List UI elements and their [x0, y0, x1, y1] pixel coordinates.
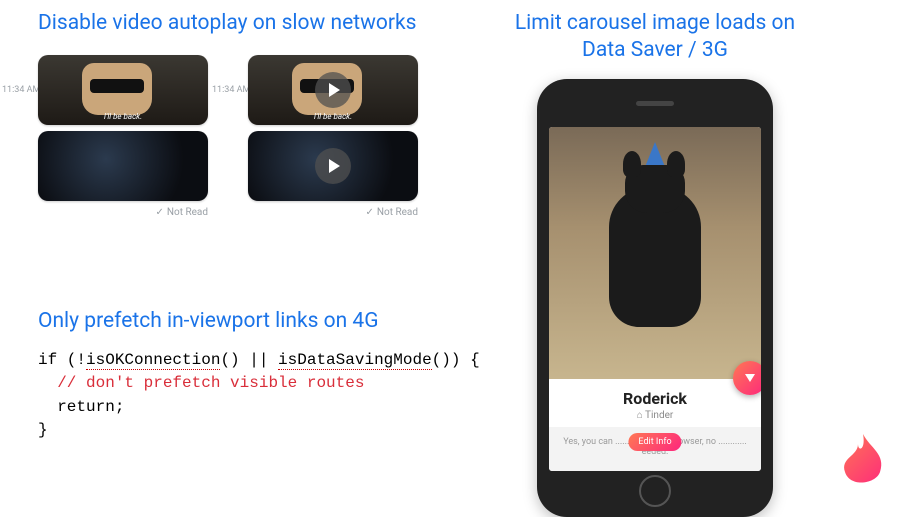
code-comment: // don't prefetch visible routes — [38, 374, 364, 392]
section-carousel: Limit carousel image loads on Data Saver… — [500, 10, 810, 517]
section-autoplay: Disable video autoplay on slow networks … — [38, 10, 468, 218]
play-icon[interactable] — [315, 72, 351, 108]
dog-ear — [623, 151, 641, 177]
chat-mockups: 11:34 AM I'll be back. ✓Not Read 11:34 A… — [38, 55, 468, 218]
profile-name: Roderick — [561, 389, 749, 408]
section-prefetch: Only prefetch in-viewport links on 4G if… — [38, 308, 478, 442]
message-video-3: I'll be back. — [248, 55, 418, 125]
flame-icon — [840, 434, 886, 488]
profile-sub: Tinder — [561, 410, 749, 421]
heading-carousel: Limit carousel image loads on Data Saver… — [500, 10, 810, 65]
profile-photo — [549, 127, 761, 379]
read-status-right: ✓Not Read — [248, 207, 418, 218]
phone-screen: Roderick Tinder Yes, you can .......... … — [549, 127, 761, 471]
code-return: return; — [38, 398, 124, 416]
profile-card: Roderick Tinder — [549, 379, 761, 427]
check-icon: ✓ — [155, 207, 163, 218]
download-fab[interactable] — [733, 361, 761, 395]
timestamp-left: 11:34 AM — [2, 85, 40, 95]
phone-mockup: Roderick Tinder Yes, you can .......... … — [537, 79, 773, 517]
message-video-4 — [248, 131, 418, 201]
code-fn-isok: isOKConnection — [86, 351, 220, 370]
read-status-left: ✓Not Read — [38, 207, 208, 218]
play-icon[interactable] — [315, 148, 351, 184]
code-snippet: if (!isOKConnection() || isDataSavingMod… — [38, 349, 478, 442]
promo-banner: Yes, you can .......... in your browser,… — [549, 427, 761, 471]
heading-prefetch: Only prefetch in-viewport links on 4G — [38, 308, 478, 335]
dog-illustration — [609, 187, 701, 327]
check-icon: ✓ — [365, 207, 373, 218]
video-caption: I'll be back. — [38, 112, 208, 121]
timestamp-right: 11:34 AM — [212, 85, 250, 95]
dog-ear — [667, 151, 685, 177]
phone-speaker — [636, 101, 674, 106]
chat-col-autoplay: 11:34 AM I'll be back. ✓Not Read — [38, 55, 208, 218]
message-video-1: I'll be back. — [38, 55, 208, 125]
home-button[interactable] — [639, 475, 671, 507]
video-caption: I'll be back. — [248, 112, 418, 121]
sunglasses-illustration — [90, 79, 144, 93]
edit-info-button[interactable]: Edit Info — [628, 433, 681, 451]
heading-autoplay: Disable video autoplay on slow networks — [38, 10, 468, 37]
tinder-flame-icon — [840, 434, 886, 488]
code-fn-datasaving: isDataSavingMode — [278, 351, 432, 370]
code-brace: } — [38, 421, 48, 439]
chat-col-disabled: 11:34 AM I'll be back. ✓Not Read — [248, 55, 418, 218]
message-video-2 — [38, 131, 208, 201]
